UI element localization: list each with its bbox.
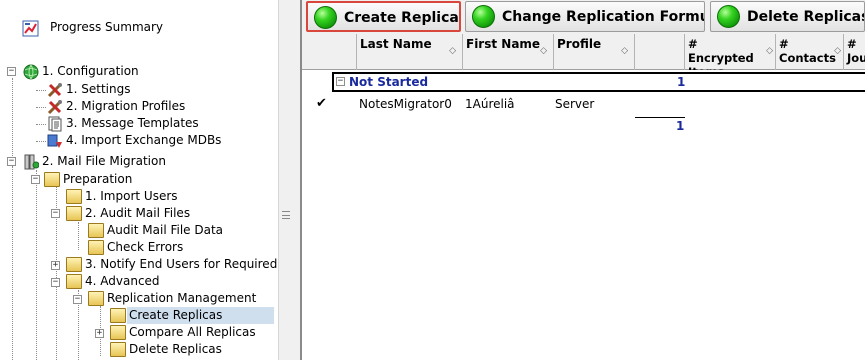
folder-icon bbox=[88, 240, 104, 255]
tree-item-label: 2. Audit Mail Files bbox=[85, 206, 191, 220]
row-check-icon[interactable]: ✔ bbox=[316, 94, 327, 114]
collapse-icon[interactable]: − bbox=[336, 77, 345, 86]
cell-last-name: NotesMigrator0 bbox=[359, 97, 452, 111]
tree-item-label: Compare All Replicas bbox=[129, 325, 256, 339]
tree-item-label: 3. Notify End Users for Required bbox=[85, 257, 278, 271]
header-label: First Name bbox=[466, 37, 541, 51]
tree-line bbox=[36, 90, 46, 91]
folder-icon bbox=[66, 274, 82, 289]
expand-icon[interactable]: + bbox=[51, 261, 60, 270]
sort-icon: ◇ bbox=[766, 46, 773, 56]
collapse-icon[interactable]: − bbox=[51, 278, 60, 287]
collapse-icon[interactable]: − bbox=[31, 175, 40, 184]
collapse-icon[interactable]: − bbox=[7, 157, 16, 166]
header-label: Last Name bbox=[360, 37, 432, 51]
tree-line bbox=[36, 141, 46, 142]
sort-icon: ◇ bbox=[834, 46, 841, 56]
tree-item-label: 2. Mail File Migration bbox=[42, 154, 166, 168]
tree-line bbox=[12, 78, 13, 166]
tree-item-label: Delete Replicas bbox=[129, 342, 222, 356]
summary-count: 1 bbox=[676, 119, 685, 133]
folder-icon bbox=[110, 342, 126, 357]
tree-item-label: 3. Message Templates bbox=[66, 116, 199, 130]
collapse-icon[interactable]: − bbox=[51, 209, 60, 218]
sort-icon: ◇ bbox=[621, 46, 628, 56]
header-last-name[interactable]: Last Name ◇ bbox=[357, 34, 463, 70]
group-count: 1 bbox=[677, 75, 686, 89]
settings-tools-icon bbox=[47, 99, 63, 115]
tree-item-label: 4. Advanced bbox=[85, 274, 160, 288]
tree-item-label: Preparation bbox=[63, 172, 133, 186]
cell-profile: Server bbox=[555, 97, 595, 111]
document-icon bbox=[47, 116, 63, 132]
tree-item-label: Audit Mail File Data bbox=[107, 223, 224, 237]
progress-summary-icon bbox=[22, 20, 39, 37]
green-orb-icon bbox=[314, 6, 337, 29]
tree-item-label: 1. Settings bbox=[66, 82, 131, 96]
header-profile[interactable]: Profile ◇ bbox=[554, 34, 635, 70]
collapse-icon[interactable]: − bbox=[73, 295, 82, 304]
pane-splitter[interactable] bbox=[278, 0, 300, 360]
header-encrypted-items[interactable]: # Encrypted Items ◇ bbox=[685, 34, 776, 70]
splitter-grip-icon bbox=[282, 211, 290, 219]
folder-icon bbox=[110, 308, 126, 323]
button-label: Create Replicas bbox=[344, 10, 461, 26]
tree-line bbox=[78, 222, 79, 250]
grid-header: Last Name ◇ First Name ◇ Profile ◇ # Enc… bbox=[302, 34, 865, 70]
settings-tools-icon bbox=[47, 82, 63, 98]
tree-item-label: 1. Import Users bbox=[85, 189, 178, 203]
expand-icon[interactable]: + bbox=[95, 329, 104, 338]
folder-icon bbox=[110, 325, 126, 340]
folder-icon bbox=[66, 206, 82, 221]
database-import-icon bbox=[47, 133, 63, 148]
tree-line bbox=[12, 166, 13, 360]
tree-line bbox=[36, 107, 46, 108]
header-first-name[interactable]: First Name ◇ bbox=[463, 34, 554, 70]
sort-icon: ◇ bbox=[540, 46, 547, 56]
tree-item-label: Create Replicas bbox=[127, 307, 274, 324]
tree-item-label: Check Errors bbox=[107, 240, 184, 254]
replicas-grid: Last Name ◇ First Name ◇ Profile ◇ # Enc… bbox=[302, 34, 865, 360]
folder-icon bbox=[88, 291, 104, 306]
tree-line bbox=[36, 170, 37, 360]
header-label: # Contacts bbox=[779, 37, 836, 65]
tree-item-label: 4. Import Exchange MDBs bbox=[66, 133, 222, 147]
collapse-icon[interactable]: − bbox=[7, 67, 16, 76]
header-label: # Jou bbox=[847, 37, 865, 65]
table-row[interactable]: ✔ NotesMigrator0 1Aúreliâ Server bbox=[302, 94, 865, 114]
button-label: Change Replication Formula bbox=[502, 9, 705, 25]
tree-item-label: Progress Summary bbox=[50, 20, 164, 34]
toolbar: Create Replicas Change Replication Formu… bbox=[302, 0, 865, 34]
green-orb-icon bbox=[717, 5, 740, 28]
folder-icon bbox=[44, 172, 60, 187]
header-blank-2 bbox=[635, 34, 685, 70]
folder-icon bbox=[66, 189, 82, 204]
summary-divider bbox=[635, 117, 685, 118]
header-label: # Encrypted Items bbox=[688, 37, 754, 70]
globe-icon bbox=[23, 64, 39, 80]
folder-icon bbox=[66, 257, 82, 272]
navigation-tree: Progress Summary − 1. Configuration 1. S… bbox=[0, 0, 278, 360]
cell-first-name: 1Aúreliâ bbox=[465, 97, 515, 111]
header-contacts[interactable]: # Contacts ◇ bbox=[776, 34, 844, 70]
delete-replicas-button[interactable]: Delete Replicas bbox=[710, 1, 865, 32]
change-replication-formula-button[interactable]: Change Replication Formula bbox=[465, 1, 705, 32]
header-blank bbox=[302, 34, 357, 70]
group-name: Not Started bbox=[349, 75, 429, 89]
button-label: Delete Replicas bbox=[747, 9, 865, 25]
group-row-not-started[interactable]: − Not Started 1 bbox=[332, 72, 865, 92]
tree-item-label: 1. Configuration bbox=[42, 64, 139, 78]
folder-icon bbox=[88, 223, 104, 238]
sort-icon: ◇ bbox=[449, 46, 456, 56]
tree-item-label: 2. Migration Profiles bbox=[66, 99, 186, 113]
header-label: Profile bbox=[557, 37, 602, 51]
server-icon bbox=[23, 154, 40, 170]
header-journal[interactable]: # Jou bbox=[844, 34, 865, 70]
green-orb-icon bbox=[472, 5, 495, 28]
tree-line bbox=[36, 124, 46, 125]
tree-item-label: Replication Management bbox=[107, 291, 257, 305]
create-replicas-button[interactable]: Create Replicas bbox=[306, 1, 461, 32]
